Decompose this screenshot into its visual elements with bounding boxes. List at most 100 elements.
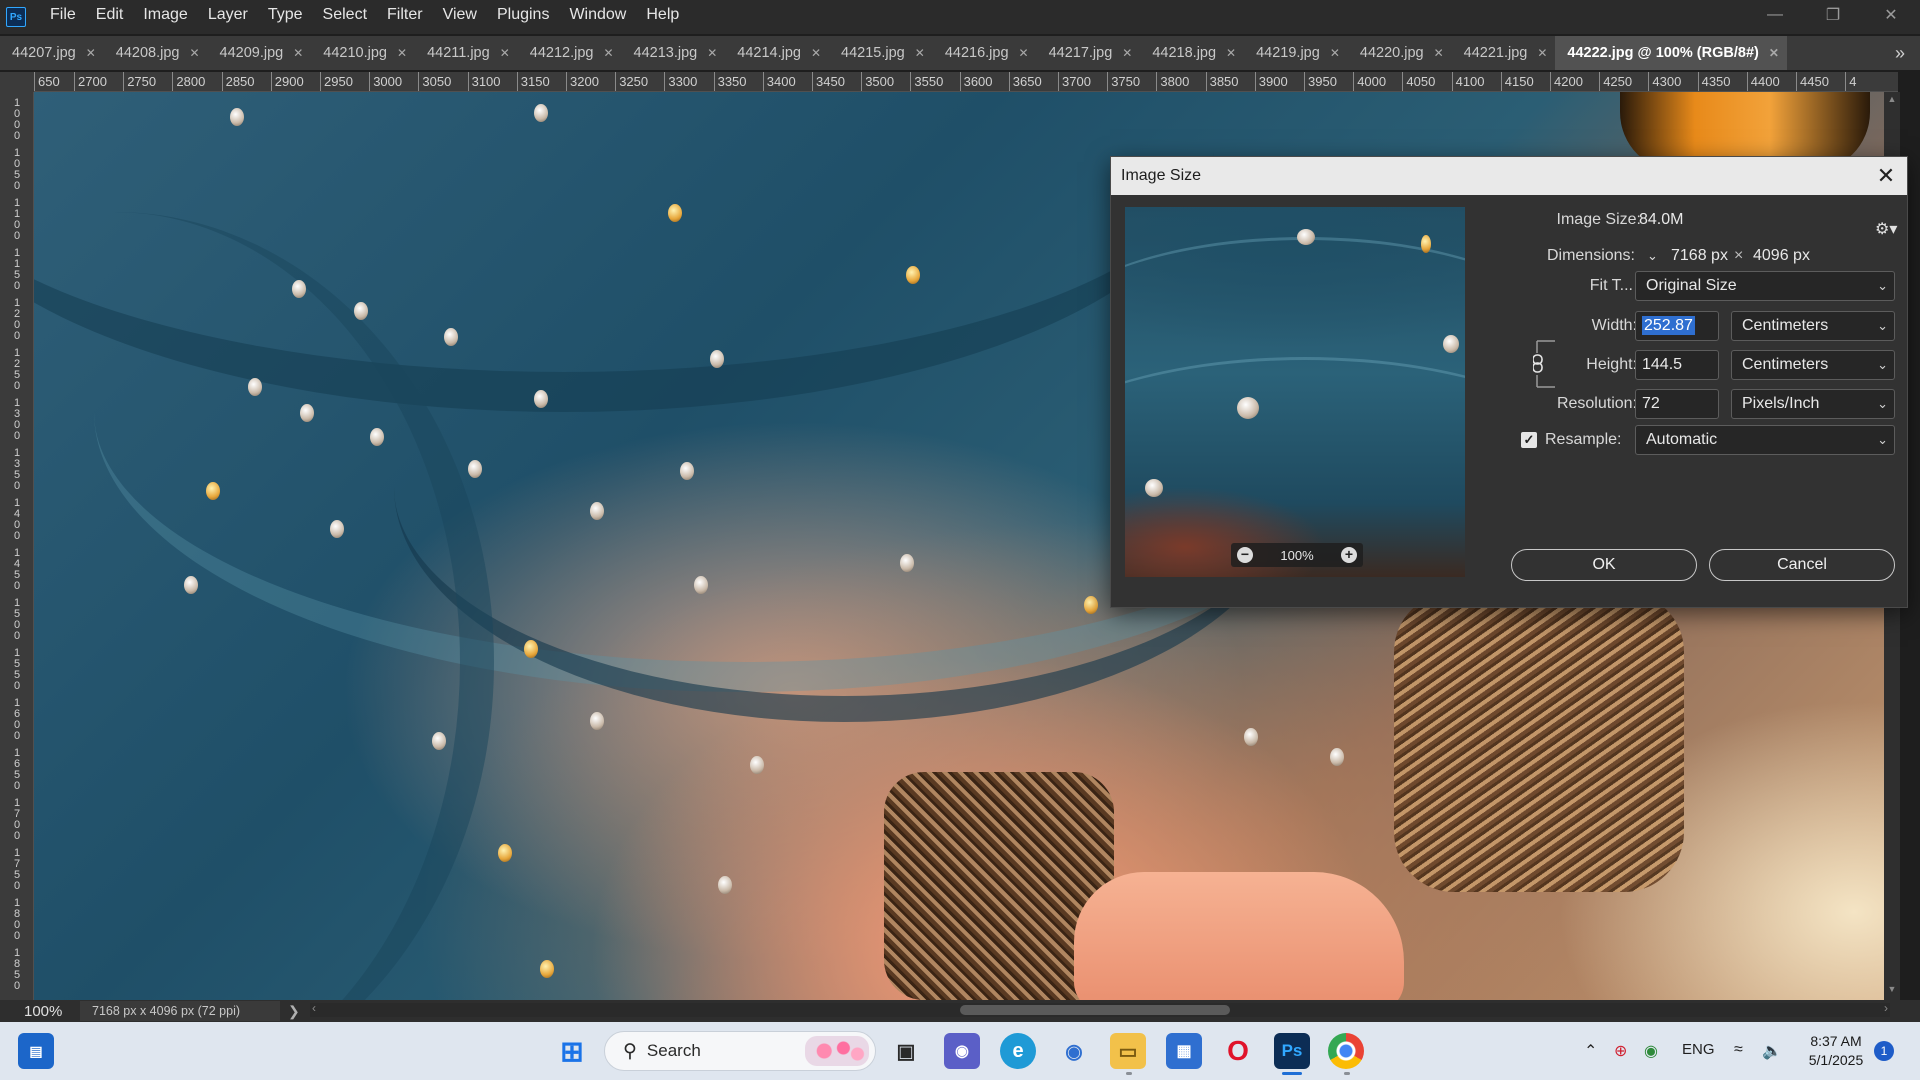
tab-document[interactable]: 44213.jpg ✕ <box>622 36 726 70</box>
tab-document[interactable]: 44218.jpg ✕ <box>1140 36 1244 70</box>
ok-button[interactable]: OK <box>1511 549 1697 581</box>
tab-document[interactable]: 44207.jpg ✕ <box>0 36 104 70</box>
tab-document[interactable]: 44209.jpg ✕ <box>208 36 312 70</box>
chrome-icon[interactable] <box>1328 1033 1364 1069</box>
close-icon[interactable]: ✕ <box>603 46 613 60</box>
dialog-titlebar[interactable]: Image Size ✕ <box>1111 157 1907 195</box>
resolution-input[interactable]: 72 <box>1635 389 1719 419</box>
tab-document[interactable]: 44219.jpg ✕ <box>1244 36 1348 70</box>
close-icon[interactable]: ✕ <box>500 46 510 60</box>
height-unit-select[interactable]: Centimeters ⌄ <box>1731 350 1895 380</box>
menu-help[interactable]: Help <box>636 0 689 34</box>
chevron-down-icon[interactable]: ⌄ <box>1647 248 1661 263</box>
vpn-icon[interactable]: ⊕ <box>1614 1041 1627 1061</box>
scroll-down-icon[interactable]: ▼ <box>1884 984 1900 998</box>
chevron-up-icon[interactable]: ⌃ <box>1584 1041 1597 1061</box>
close-icon[interactable]: ✕ <box>1434 46 1444 60</box>
zoom-in-icon[interactable]: + <box>1341 547 1357 563</box>
opera-icon[interactable]: O <box>1220 1033 1256 1069</box>
tab-document[interactable]: 44208.jpg ✕ <box>104 36 208 70</box>
lens-icon[interactable]: ◉ <box>1056 1033 1092 1069</box>
clock[interactable]: 8:37 AM 5/1/2025 <box>1800 1032 1872 1070</box>
chevron-right-icon[interactable]: ❯ <box>288 1003 300 1020</box>
scroll-right-icon[interactable]: › <box>1884 1001 1888 1015</box>
start-icon[interactable]: ⊞ <box>554 1033 590 1069</box>
sequin <box>498 844 512 862</box>
close-icon[interactable]: ✕ <box>1769 46 1779 60</box>
menu-file[interactable]: File <box>40 0 86 34</box>
width-input[interactable]: 252.87 <box>1635 311 1719 341</box>
tab-document[interactable]: 44220.jpg ✕ <box>1348 36 1452 70</box>
menu-select[interactable]: Select <box>313 0 377 34</box>
widgets-icon[interactable]: ▤ <box>18 1033 54 1069</box>
close-icon[interactable]: ✕ <box>1226 46 1236 60</box>
scroll-up-icon[interactable]: ▲ <box>1884 94 1900 108</box>
menu-edit[interactable]: Edit <box>86 0 134 34</box>
language-indicator[interactable]: ENG <box>1682 1041 1715 1058</box>
file-explorer-icon[interactable]: ▭ <box>1110 1033 1146 1069</box>
notification-badge[interactable]: 1 <box>1874 1041 1894 1061</box>
cancel-button[interactable]: Cancel <box>1709 549 1895 581</box>
width-unit-select[interactable]: Centimeters ⌄ <box>1731 311 1895 341</box>
minimize-icon[interactable]: — <box>1746 0 1804 30</box>
close-icon[interactable]: ✕ <box>707 46 717 60</box>
height-input[interactable]: 144.5 <box>1635 350 1719 380</box>
document-info[interactable]: 7168 px x 4096 px (72 ppi) <box>80 1001 280 1021</box>
scrollbar-thumb[interactable] <box>960 1005 1230 1015</box>
resample-select[interactable]: Automatic ⌄ <box>1635 425 1895 455</box>
vertical-ruler[interactable]: 1000 1050 1100 1150 1200 1250 1300 1350 1400 1450… <box>0 92 34 1000</box>
tab-document[interactable]: 44215.jpg ✕ <box>829 36 933 70</box>
resample-checkbox[interactable]: ✓ <box>1521 432 1537 448</box>
close-icon[interactable]: ✕ <box>1330 46 1340 60</box>
close-icon[interactable]: ✕ <box>1019 46 1029 60</box>
close-icon[interactable]: ✕ <box>189 46 199 60</box>
chat-icon[interactable]: ◉ <box>944 1033 980 1069</box>
task-view-icon[interactable]: ▣ <box>888 1033 924 1069</box>
menu-type[interactable]: Type <box>258 0 313 34</box>
close-icon[interactable]: ✕ <box>86 46 96 60</box>
zoom-level[interactable]: 100% <box>0 1003 80 1020</box>
menu-filter[interactable]: Filter <box>377 0 433 34</box>
volume-muted-icon[interactable]: 🔈 <box>1762 1041 1782 1061</box>
store-icon[interactable]: ▦ <box>1166 1033 1202 1069</box>
close-window-icon[interactable]: ✕ <box>1862 0 1920 30</box>
horizontal-ruler[interactable]: 650 2700 2750 2800 2850 2900 2950 3000 3050 3100 3… <box>34 72 1898 92</box>
close-icon[interactable]: ✕ <box>293 46 303 60</box>
horizontal-scrollbar[interactable]: ‹ › <box>310 1001 1890 1017</box>
close-icon[interactable]: ✕ <box>397 46 407 60</box>
tab-document-active[interactable]: 44222.jpg @ 100% (RGB/8#) ✕ <box>1555 36 1787 70</box>
restore-icon[interactable]: ❐ <box>1804 0 1862 30</box>
fit-to-value: Original Size <box>1646 277 1737 294</box>
photoshop-icon[interactable]: Ps <box>1274 1033 1310 1069</box>
menu-image[interactable]: Image <box>133 0 197 34</box>
close-icon[interactable]: ✕ <box>915 46 925 60</box>
tab-document[interactable]: 44217.jpg ✕ <box>1037 36 1141 70</box>
tab-document[interactable]: 44214.jpg ✕ <box>725 36 829 70</box>
tabs-overflow-icon[interactable]: » <box>1880 36 1920 70</box>
close-icon[interactable]: ✕ <box>1873 163 1899 189</box>
menu-window[interactable]: Window <box>559 0 636 34</box>
search-box[interactable]: ⚲ Search <box>604 1031 876 1071</box>
tab-document[interactable]: 44211.jpg ✕ <box>415 36 518 70</box>
network-globe-icon[interactable]: ◉ <box>1644 1041 1658 1061</box>
tab-label: 44207.jpg <box>12 45 76 61</box>
close-icon[interactable]: ✕ <box>1537 46 1547 60</box>
close-icon[interactable]: ✕ <box>811 46 821 60</box>
tab-document[interactable]: 44216.jpg ✕ <box>933 36 1037 70</box>
tab-document[interactable]: 44210.jpg ✕ <box>311 36 415 70</box>
gear-icon[interactable]: ⚙▾ <box>1875 219 1897 239</box>
image-preview[interactable]: − 100% + <box>1125 207 1465 577</box>
menu-view[interactable]: View <box>433 0 487 34</box>
scroll-left-icon[interactable]: ‹ <box>312 1001 316 1015</box>
edge-icon[interactable]: e <box>1000 1033 1036 1069</box>
menu-plugins[interactable]: Plugins <box>487 0 559 34</box>
close-icon[interactable]: ✕ <box>1122 46 1132 60</box>
resolution-unit-select[interactable]: Pixels/Inch ⌄ <box>1731 389 1895 419</box>
fit-to-select[interactable]: Original Size ⌄ <box>1635 271 1895 301</box>
link-constrain-icon[interactable] <box>1533 339 1561 389</box>
menu-layer[interactable]: Layer <box>198 0 258 34</box>
zoom-out-icon[interactable]: − <box>1237 547 1253 563</box>
tab-document[interactable]: 44212.jpg ✕ <box>518 36 622 70</box>
wifi-icon[interactable]: ≈ <box>1734 1041 1743 1059</box>
tab-document[interactable]: 44221.jpg ✕ <box>1452 36 1556 70</box>
